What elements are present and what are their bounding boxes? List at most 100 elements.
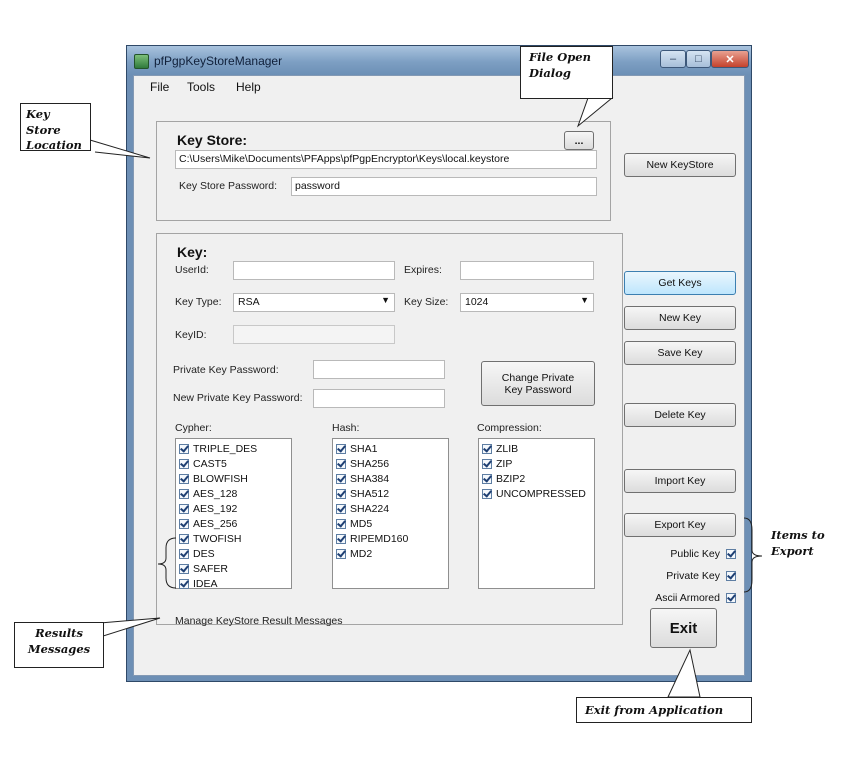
keytype-label: Key Type: xyxy=(175,296,222,308)
compression-item[interactable]: BZIP2 xyxy=(482,471,591,486)
cypher-list[interactable]: TRIPLE_DES CAST5 BLOWFISH AES_128 AES_192 AES… xyxy=(175,438,292,591)
cypher-item[interactable]: CAST5 xyxy=(179,456,288,471)
checkbox-checked-icon[interactable] xyxy=(179,443,189,454)
export-public-key-checkbox[interactable] xyxy=(726,549,736,559)
keystore-title: Key Store: xyxy=(177,132,248,148)
import-key-button[interactable]: Import Key xyxy=(624,469,736,493)
callout-keystore-location-line2: Location xyxy=(26,138,82,153)
checkbox-checked-icon[interactable] xyxy=(482,473,492,484)
new-keystore-button[interactable]: New KeyStore xyxy=(624,153,736,177)
cypher-item[interactable]: AES_256 xyxy=(179,516,288,531)
new-key-button[interactable]: New Key xyxy=(624,306,736,330)
cypher-item[interactable]: TWOFISH xyxy=(179,531,288,546)
menu-tools[interactable]: Tools xyxy=(187,80,215,94)
compression-item[interactable]: ZIP xyxy=(482,456,591,471)
browse-keystore-button[interactable]: ... xyxy=(564,131,594,150)
compression-list[interactable]: ZLIB ZIP BZIP2 UNCOMPRESSED xyxy=(478,438,595,589)
hash-item[interactable]: MD5 xyxy=(336,516,445,531)
cypher-item[interactable]: AES_192 xyxy=(179,501,288,516)
hash-item-label: MD2 xyxy=(350,547,373,560)
menu-file[interactable]: File xyxy=(150,80,169,94)
export-public-key-option[interactable]: Public Key xyxy=(624,543,736,565)
hash-item[interactable]: SHA1 xyxy=(336,441,445,456)
compression-item-label: UNCOMPRESSED xyxy=(496,487,586,500)
export-private-key-checkbox[interactable] xyxy=(726,571,736,581)
expires-field[interactable] xyxy=(460,261,594,280)
export-ascii-armored-option[interactable]: Ascii Armored xyxy=(624,587,736,609)
hash-item[interactable]: MD2 xyxy=(336,546,445,561)
cypher-item-label: TRIPLE_DES xyxy=(193,442,258,455)
userid-field[interactable] xyxy=(233,261,395,280)
keysize-select[interactable]: 1024 ▼ xyxy=(460,293,594,312)
result-messages: Manage KeyStore Result Messages xyxy=(175,615,343,627)
checkbox-checked-icon[interactable] xyxy=(179,533,189,544)
checkbox-checked-icon[interactable] xyxy=(336,518,346,529)
hash-item-label: RIPEMD160 xyxy=(350,532,409,545)
checkbox-checked-icon[interactable] xyxy=(179,548,189,559)
exit-button[interactable]: Exit xyxy=(650,608,717,648)
checkbox-checked-icon[interactable] xyxy=(179,473,189,484)
keystore-path-field[interactable]: C:\Users\Mike\Documents\PFApps\pfPgpEncr… xyxy=(175,150,597,169)
callout-items-to-export: Items to Export xyxy=(765,525,834,573)
checkbox-checked-icon[interactable] xyxy=(336,533,346,544)
new-private-password-label: New Private Key Password: xyxy=(173,392,303,404)
delete-key-button[interactable]: Delete Key xyxy=(624,403,736,427)
checkbox-checked-icon[interactable] xyxy=(336,503,346,514)
keytype-select[interactable]: RSA ▼ xyxy=(233,293,395,312)
export-key-button[interactable]: Export Key xyxy=(624,513,736,537)
title-bar[interactable]: pfPgpKeyStoreManager – □ ✕ xyxy=(127,46,751,75)
hash-item-label: SHA224 xyxy=(350,502,390,515)
cypher-item[interactable]: DES xyxy=(179,546,288,561)
compression-item[interactable]: UNCOMPRESSED xyxy=(482,486,591,501)
cypher-item[interactable]: BLOWFISH xyxy=(179,471,288,486)
export-ascii-armored-label: Ascii Armored xyxy=(655,592,720,604)
cypher-item[interactable]: AES_128 xyxy=(179,486,288,501)
cypher-item[interactable]: IDEA xyxy=(179,576,288,591)
cypher-item-label: TWOFISH xyxy=(193,532,242,545)
change-private-password-button[interactable]: Change Private Key Password xyxy=(481,361,595,406)
change-password-line2: Key Password xyxy=(504,383,572,396)
get-keys-button[interactable]: Get Keys xyxy=(624,271,736,295)
export-private-key-option[interactable]: Private Key xyxy=(624,565,736,587)
checkbox-checked-icon[interactable] xyxy=(179,578,189,589)
cypher-item[interactable]: SAFER xyxy=(179,561,288,576)
checkbox-checked-icon[interactable] xyxy=(336,548,346,559)
keystore-password-field[interactable]: password xyxy=(291,177,597,196)
checkbox-checked-icon[interactable] xyxy=(482,443,492,454)
checkbox-checked-icon[interactable] xyxy=(482,488,492,499)
hash-item[interactable]: SHA224 xyxy=(336,501,445,516)
checkbox-checked-icon[interactable] xyxy=(336,488,346,499)
checkbox-checked-icon[interactable] xyxy=(179,563,189,574)
cypher-item-label: CAST5 xyxy=(193,457,227,470)
cypher-item-label: AES_192 xyxy=(193,502,238,515)
maximize-button[interactable]: □ xyxy=(686,50,711,68)
hash-item[interactable]: SHA256 xyxy=(336,456,445,471)
hash-list[interactable]: SHA1 SHA256 SHA384 SHA512 SHA224 MD5 RIPEMD160… xyxy=(332,438,449,589)
checkbox-checked-icon[interactable] xyxy=(482,458,492,469)
menu-help[interactable]: Help xyxy=(236,80,261,94)
keystore-password-label: Key Store Password: xyxy=(179,180,278,192)
checkbox-checked-icon[interactable] xyxy=(336,458,346,469)
compression-item[interactable]: ZLIB xyxy=(482,441,591,456)
new-private-password-field[interactable] xyxy=(313,389,445,408)
minimize-button[interactable]: – xyxy=(660,50,686,68)
hash-item[interactable]: SHA512 xyxy=(336,486,445,501)
keysize-label: Key Size: xyxy=(404,296,449,308)
callout-file-open-line1: File Open xyxy=(529,50,591,64)
checkbox-checked-icon[interactable] xyxy=(179,458,189,469)
checkbox-checked-icon[interactable] xyxy=(179,518,189,529)
hash-item[interactable]: RIPEMD160 xyxy=(336,531,445,546)
cypher-item[interactable]: TRIPLE_DES xyxy=(179,441,288,456)
save-key-button[interactable]: Save Key xyxy=(624,341,736,365)
checkbox-checked-icon[interactable] xyxy=(336,443,346,454)
cypher-item-label: DES xyxy=(193,547,215,560)
export-ascii-armored-checkbox[interactable] xyxy=(726,593,736,603)
checkbox-checked-icon[interactable] xyxy=(179,488,189,499)
close-button[interactable]: ✕ xyxy=(711,50,749,68)
private-password-field[interactable] xyxy=(313,360,445,379)
checkbox-checked-icon[interactable] xyxy=(336,473,346,484)
checkbox-checked-icon[interactable] xyxy=(179,503,189,514)
hash-item[interactable]: SHA384 xyxy=(336,471,445,486)
hash-item-label: SHA256 xyxy=(350,457,390,470)
userid-label: UserId: xyxy=(175,264,209,276)
